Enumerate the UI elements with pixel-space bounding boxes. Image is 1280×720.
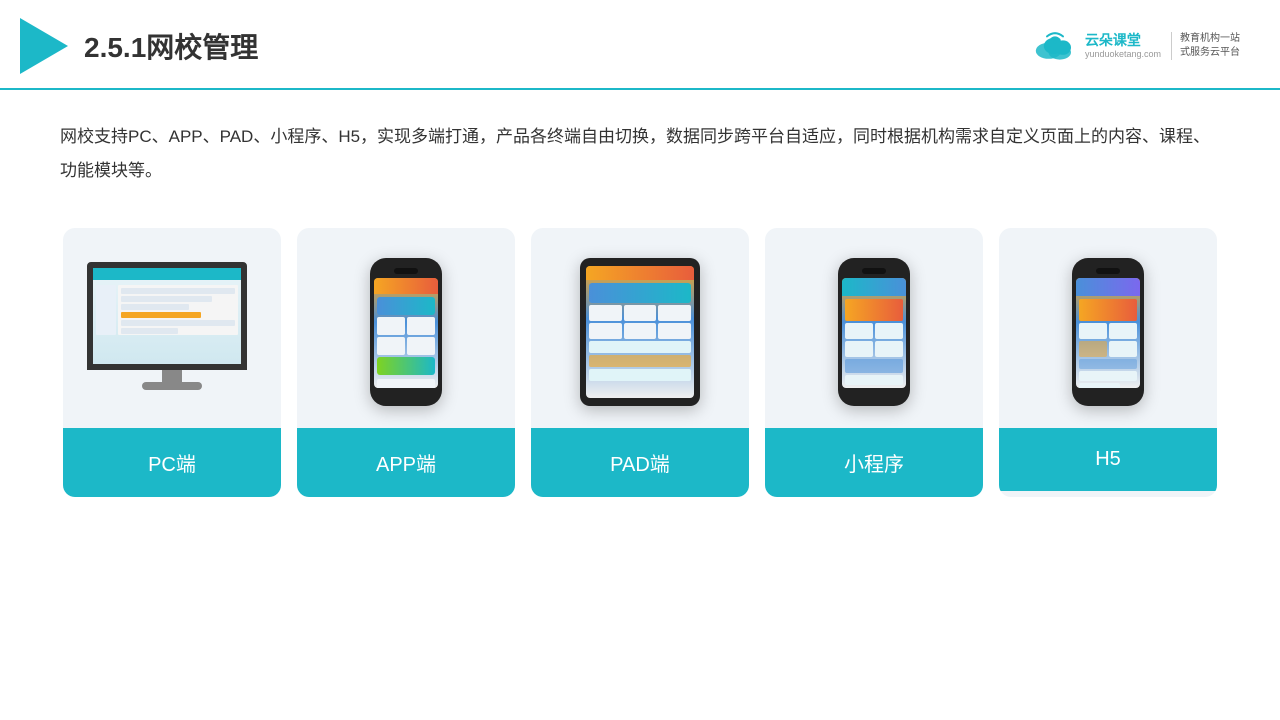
card-pad-label: PAD端 [531, 428, 749, 497]
brand-name: 云朵课堂 [1085, 32, 1141, 49]
phone-screen-h5 [1076, 278, 1140, 388]
phone-mockup-mini [838, 258, 910, 406]
page-title: 2.5.1网校管理 [84, 26, 258, 66]
card-pad: PAD端 [531, 228, 749, 497]
card-miniprogram: 小程序 [765, 228, 983, 497]
card-app-image [297, 228, 515, 428]
card-h5-image [999, 228, 1217, 428]
brand-slogan: 教育机构一站式服务云平台 [1171, 32, 1240, 60]
card-miniprogram-image [765, 228, 983, 428]
phone-screen-mini [842, 278, 906, 388]
header-right: 云朵课堂 yunduoketang.com 教育机构一站式服务云平台 [1031, 28, 1240, 64]
tablet-screen [586, 266, 694, 398]
tablet-mockup [580, 258, 700, 406]
cards-container: PC端 [0, 218, 1280, 507]
description-text: 网校支持PC、APP、PAD、小程序、H5，实现多端打通，产品各终端自由切换，数… [0, 90, 1280, 208]
description-content: 网校支持PC、APP、PAD、小程序、H5，实现多端打通，产品各终端自由切换，数… [60, 127, 1210, 180]
brand-text: 云朵课堂 yunduoketang.com [1085, 32, 1161, 60]
monitor-screen [87, 262, 247, 370]
brand-domain: yunduoketang.com [1085, 49, 1161, 60]
monitor-mockup [87, 262, 257, 402]
brand-logo: 云朵课堂 yunduoketang.com 教育机构一站式服务云平台 [1031, 28, 1240, 64]
phone-mockup-h5 [1072, 258, 1144, 406]
phone-mockup-app [370, 258, 442, 406]
monitor-screen-content [93, 268, 241, 364]
cloud-icon [1031, 28, 1079, 64]
card-pc-image [63, 228, 281, 428]
header-left: 2.5.1网校管理 [20, 18, 258, 74]
card-h5-label: H5 [999, 428, 1217, 491]
card-h5: H5 [999, 228, 1217, 497]
card-pc: PC端 [63, 228, 281, 497]
phone-screen-app [374, 278, 438, 388]
card-pad-image [531, 228, 749, 428]
logo-triangle-icon [20, 18, 68, 74]
card-miniprogram-label: 小程序 [765, 428, 983, 497]
card-app: APP端 [297, 228, 515, 497]
header: 2.5.1网校管理 云朵课堂 yunduoketang.com 教育机构一站式服… [0, 0, 1280, 90]
card-pc-label: PC端 [63, 428, 281, 497]
card-app-label: APP端 [297, 428, 515, 497]
